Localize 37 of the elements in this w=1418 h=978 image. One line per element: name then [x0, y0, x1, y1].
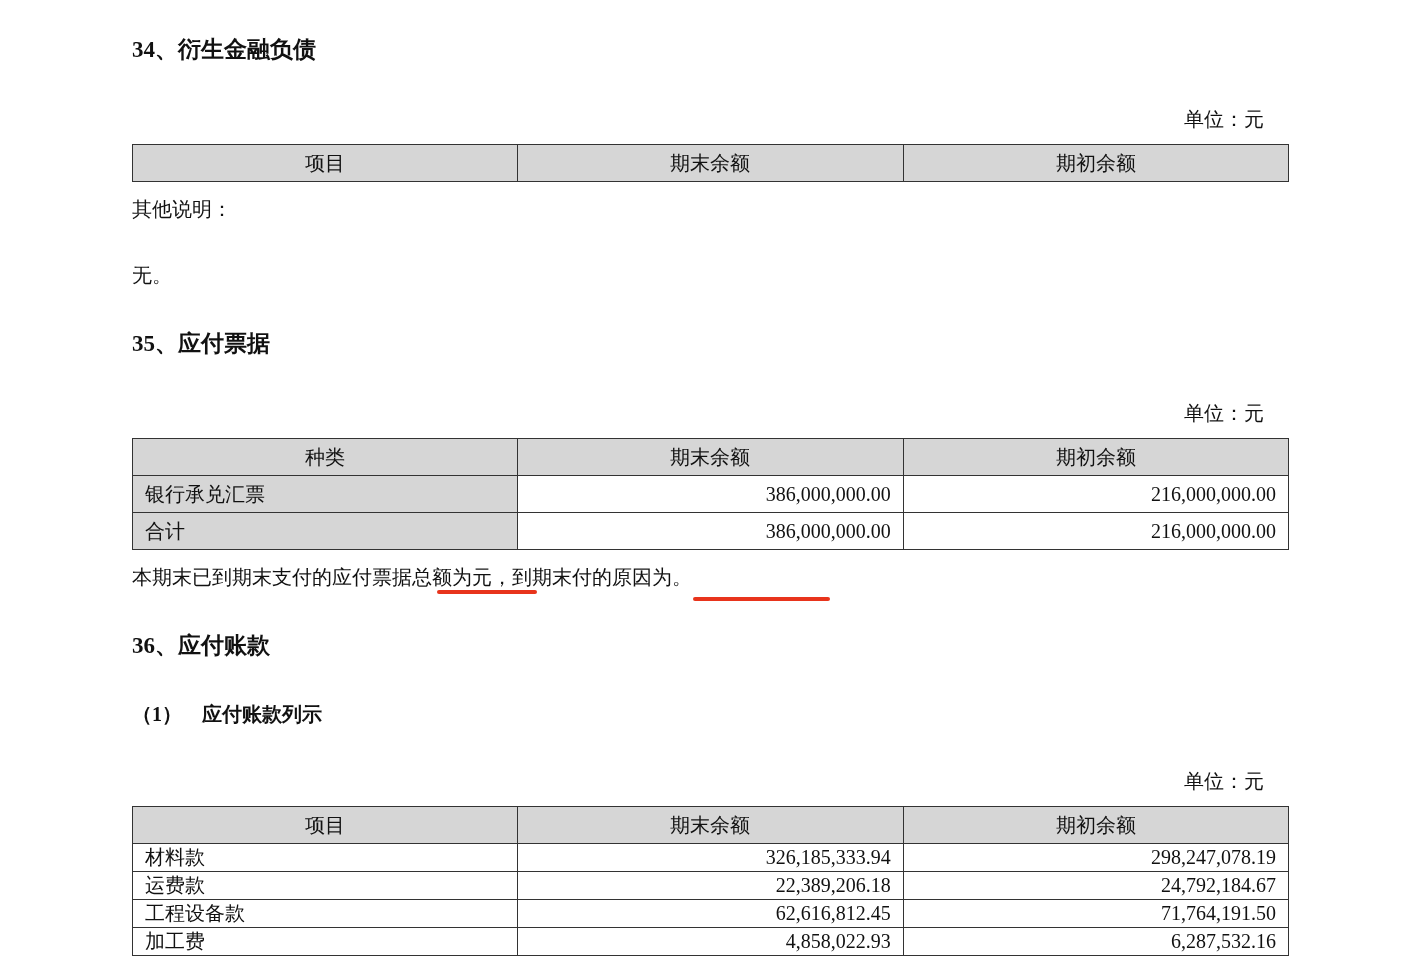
table-cell: 工程设备款 — [132, 899, 518, 928]
column-header: 期初余额 — [903, 438, 1289, 476]
table-cell: 6,287,532.16 — [903, 927, 1289, 956]
unit-label: 单位：元 — [1183, 401, 1265, 426]
paragraph: 无。 — [132, 263, 173, 288]
unit-label: 单位：元 — [1183, 769, 1265, 794]
table-cell: 216,000,000.00 — [903, 512, 1289, 550]
column-header: 期末余额 — [517, 438, 904, 476]
column-header: 期初余额 — [903, 144, 1289, 182]
table-cell: 材料款 — [132, 843, 518, 872]
column-header: 期末余额 — [517, 144, 904, 182]
section-heading: 36、应付账款 — [132, 632, 271, 660]
paragraph: 本期末已到期末支付的应付票据总额为元，到期末付的原因为。 — [132, 565, 693, 590]
section-heading: 35、应付票据 — [132, 330, 271, 358]
column-header: 项目 — [132, 144, 518, 182]
table-cell: 216,000,000.00 — [903, 475, 1289, 513]
table-cell: 运费款 — [132, 871, 518, 900]
subsection-heading: （1） 应付账款列示 — [132, 702, 323, 727]
table-cell: 24,792,184.67 — [903, 871, 1289, 900]
table-cell: 62,616,812.45 — [517, 899, 904, 928]
column-header: 期初余额 — [903, 806, 1289, 844]
table-cell: 326,185,333.94 — [517, 843, 904, 872]
table-cell: 71,764,191.50 — [903, 899, 1289, 928]
table-cell: 386,000,000.00 — [517, 512, 904, 550]
table-cell: 银行承兑汇票 — [132, 475, 518, 513]
paragraph: 其他说明： — [132, 197, 233, 222]
table-cell: 合计 — [132, 512, 518, 550]
table-cell: 298,247,078.19 — [903, 843, 1289, 872]
table-cell: 加工费 — [132, 927, 518, 956]
column-header: 种类 — [132, 438, 518, 476]
section-heading: 34、衍生金融负债 — [132, 36, 317, 64]
table-cell: 386,000,000.00 — [517, 475, 904, 513]
column-header: 期末余额 — [517, 806, 904, 844]
unit-label: 单位：元 — [1183, 107, 1265, 132]
column-header: 项目 — [132, 806, 518, 844]
table-cell: 4,858,022.93 — [517, 927, 904, 956]
table-cell: 22,389,206.18 — [517, 871, 904, 900]
